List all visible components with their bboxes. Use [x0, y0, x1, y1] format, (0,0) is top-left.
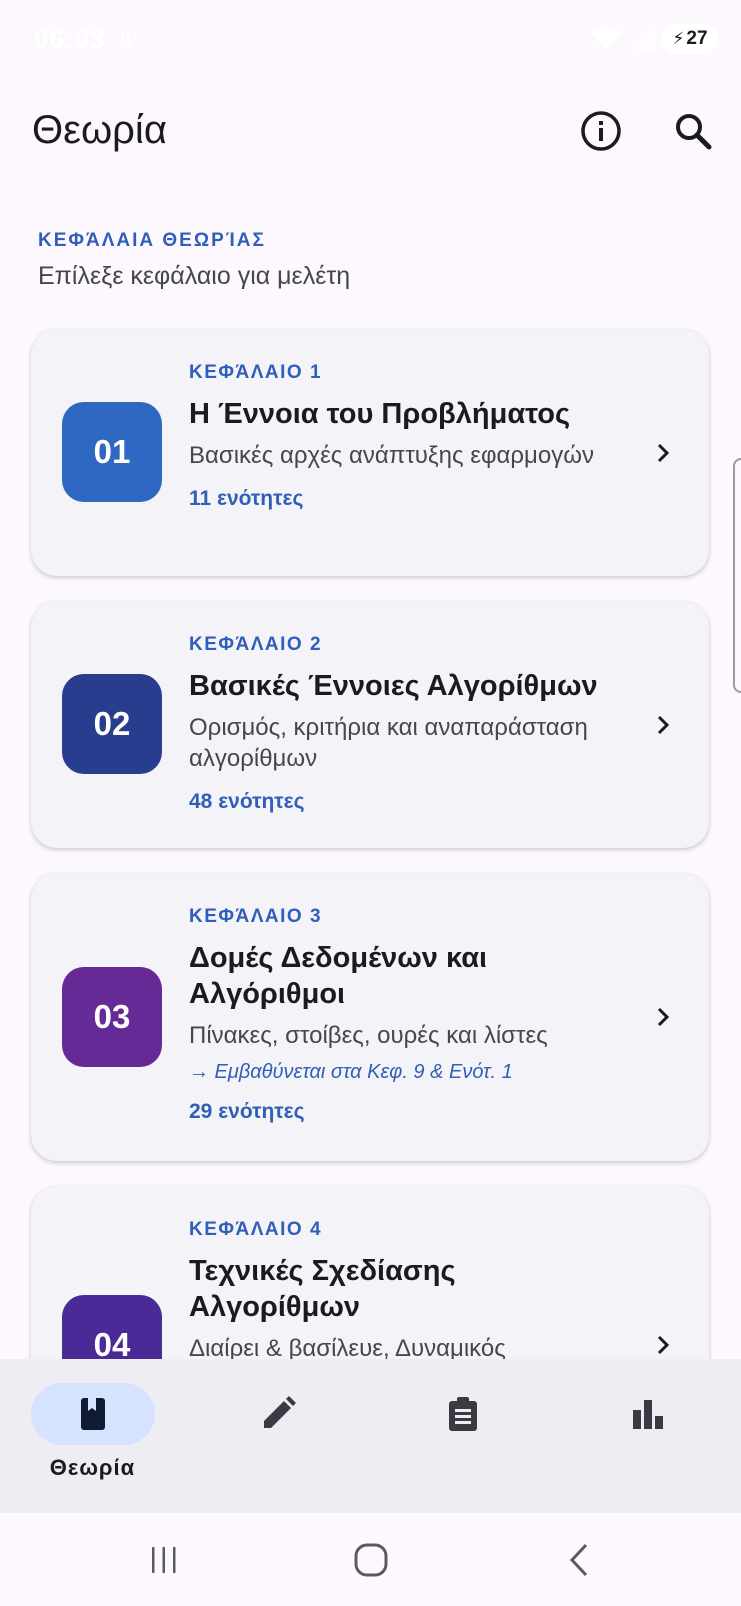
battery-level: 27	[686, 28, 708, 49]
back-icon	[569, 1543, 588, 1577]
chevron-right-icon	[657, 443, 670, 463]
nav-item-stats[interactable]	[555, 1359, 740, 1513]
chapter-section-count: 11 ενότητες	[189, 487, 304, 510]
page-title: Θεωρία	[32, 108, 167, 152]
book-icon	[81, 1398, 105, 1430]
chapter-description: Πίνακες, στοίβες, ουρές και λίστες	[189, 1022, 548, 1049]
nav-item-theory[interactable]: Θεωρία	[0, 1359, 185, 1513]
chapter-title: Τεχνικές Σχεδίασης Αλγορίθμων	[189, 1255, 456, 1323]
chapter-number-badge: 01	[62, 402, 162, 502]
section-subtitle: Επίλεξε κεφάλαιο για μελέτη	[38, 262, 351, 290]
chapter-title: Η Έννοια του Προβλήματος	[189, 398, 571, 430]
chapter-section-count: 48 ενότητες	[189, 790, 305, 813]
chevron-right-icon	[657, 715, 670, 735]
chapter-card-2[interactable]: 02 ΚΕΦΆΛΑΙΟ 2 Βασικές Έννοιες Αλγορίθμων…	[31, 601, 709, 848]
chapter-number: 03	[93, 998, 131, 1035]
home-button[interactable]	[346, 1535, 396, 1585]
section-overline: ΚΕΦΆΛΑΙΑ ΘΕΩΡΊΑΣ	[38, 230, 266, 251]
battery-indicator: ⚡ 27	[662, 24, 718, 54]
battery-charging-icon: ⚡	[672, 29, 685, 48]
wifi-icon	[588, 24, 624, 57]
chapter-label: ΚΕΦΆΛΑΙΟ 3	[189, 906, 323, 927]
system-navigation-bar	[0, 1513, 741, 1606]
chapter-section-count: 29 ενότητες	[189, 1100, 305, 1123]
nav-item-tests[interactable]	[370, 1359, 555, 1513]
chapter-details: ΚΕΦΆΛΑΙΟ 1 Η Έννοια του Προβλήματος Βασι…	[189, 362, 621, 511]
chapter-description: Ορισμός, κριτήρια και αναπαράσταση αλγορ…	[189, 714, 588, 772]
chapter-label: ΚΕΦΆΛΑΙΟ 1	[189, 362, 323, 383]
chapter-number: 01	[93, 433, 131, 470]
chapter-number-badge: 03	[62, 967, 162, 1067]
usb-icon: ψ	[120, 24, 138, 51]
chapter-label: ΚΕΦΆΛΑΙΟ 4	[189, 1219, 323, 1240]
chapter-cross-reference: → Εμβαθύνεται στα Κεφ. 9 & Ενότ. 1	[189, 1061, 513, 1083]
chapter-number: 02	[93, 705, 131, 742]
back-button[interactable]	[554, 1535, 604, 1585]
chapter-card-3[interactable]: 03 ΚΕΦΆΛΑΙΟ 3 Δομές Δεδομένων και Αλγόρι…	[31, 873, 709, 1161]
pencil-icon	[264, 1396, 296, 1428]
chapter-description: Βασικές αρχές ανάπτυξης εφαρμογών	[189, 442, 594, 469]
chapter-title: Δομές Δεδομένων και Αλγόριθμοι	[189, 942, 488, 1010]
search-button[interactable]	[665, 103, 721, 159]
recents-icon	[152, 1547, 176, 1573]
chapter-label: ΚΕΦΆΛΑΙΟ 2	[189, 634, 323, 655]
bar-chart-icon	[633, 1400, 663, 1429]
clipboard-icon	[449, 1397, 477, 1431]
nav-label: Θεωρία	[49, 1455, 136, 1480]
chapter-details: ΚΕΦΆΛΑΙΟ 4 Τεχνικές Σχεδίασης Αλγορίθμων…	[189, 1219, 621, 1364]
chevron-right-icon	[657, 1007, 670, 1027]
home-icon	[354, 1543, 388, 1577]
chevron-right-icon	[657, 1335, 670, 1355]
status-time: 06:03	[34, 24, 106, 54]
chapter-details: ΚΕΦΆΛΑΙΟ 2 Βασικές Έννοιες Αλγορίθμων Ορ…	[189, 634, 621, 814]
chapter-number-badge: 02	[62, 674, 162, 774]
chapter-details: ΚΕΦΆΛΑΙΟ 3 Δομές Δεδομένων και Αλγόριθμο…	[189, 906, 621, 1124]
nav-item-practice[interactable]	[185, 1359, 370, 1513]
signal-icon	[632, 26, 658, 57]
bottom-navigation: Θεωρία	[0, 1359, 741, 1513]
scrollbar[interactable]	[733, 458, 741, 693]
info-button[interactable]	[573, 103, 629, 159]
recents-button[interactable]	[139, 1535, 189, 1585]
chapter-title: Βασικές Έννοιες Αλγορίθμων	[189, 670, 598, 702]
status-bar: 06:03 ψ ⚡ 27	[0, 0, 741, 78]
info-icon	[581, 111, 621, 151]
search-icon	[676, 114, 712, 150]
chapter-card-1[interactable]: 01 ΚΕΦΆΛΑΙΟ 1 Η Έννοια του Προβλήματος Β…	[31, 329, 709, 576]
